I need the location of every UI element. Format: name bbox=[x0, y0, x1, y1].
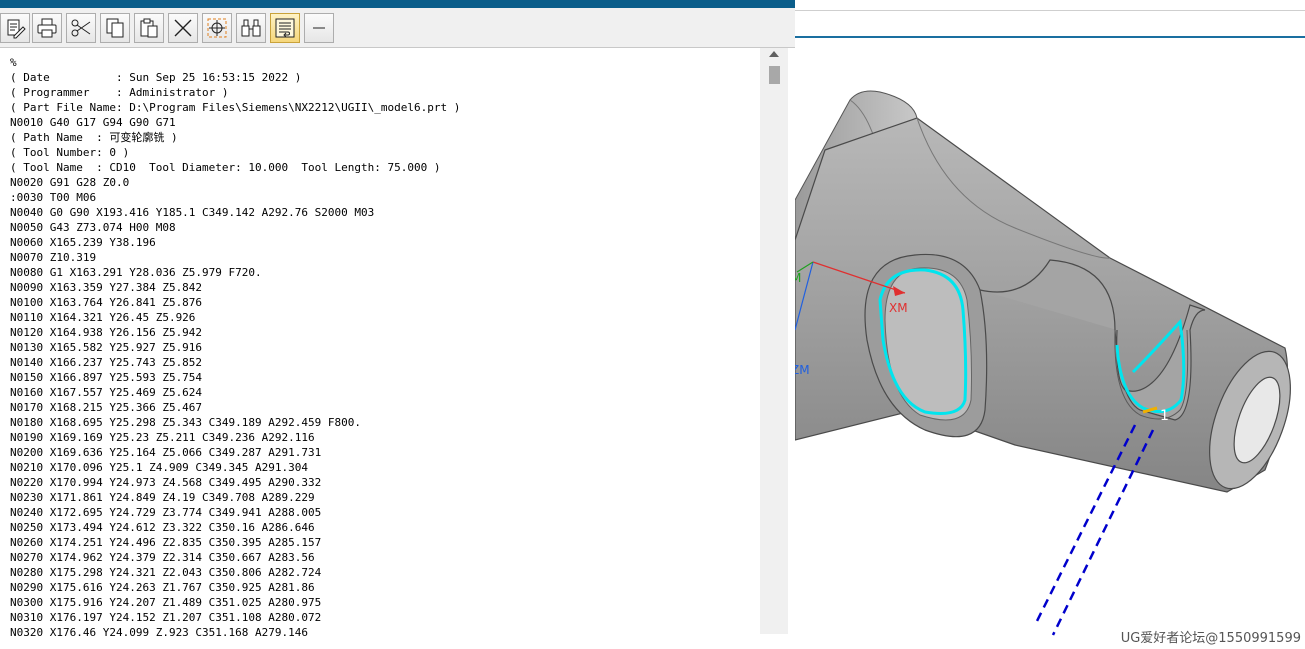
scroll-up-arrow-icon[interactable] bbox=[769, 51, 779, 57]
graphics-window: 1 XM ZM M UG爱好者论坛@1550991599 bbox=[795, 0, 1305, 648]
code-line: N0320 X176.46 Y24.099 Z.923 C351.168 A27… bbox=[10, 626, 309, 639]
scrollbar-thumb[interactable] bbox=[769, 66, 780, 84]
paste-icon bbox=[140, 18, 158, 38]
code-line: N0010 G40 G17 G94 G90 G71 bbox=[10, 116, 176, 129]
print-icon bbox=[37, 18, 57, 38]
cut-button[interactable] bbox=[66, 13, 96, 43]
minus-icon bbox=[313, 27, 325, 29]
find-button[interactable] bbox=[236, 13, 266, 43]
nc-program-panel: % ( Date : Sun Sep 25 16:53:15 2022 ) ( Pr… bbox=[0, 0, 795, 649]
paste-button[interactable] bbox=[134, 13, 164, 43]
vertical-scrollbar[interactable] bbox=[760, 48, 788, 634]
code-line: N0170 X168.215 Y25.366 Z5.467 bbox=[10, 401, 203, 414]
binoculars-icon bbox=[241, 19, 261, 37]
code-line: N0300 X175.916 Y24.207 Z1.489 C351.025 A… bbox=[10, 596, 322, 609]
code-line: N0160 X167.557 Y25.469 Z5.624 bbox=[10, 386, 203, 399]
code-line: % bbox=[10, 56, 17, 69]
code-line: N0130 X165.582 Y25.927 Z5.916 bbox=[10, 341, 203, 354]
edit-button[interactable] bbox=[0, 13, 30, 43]
code-line: ( Part File Name: D:\Program Files\Sieme… bbox=[10, 101, 461, 114]
edit-icon bbox=[7, 19, 26, 39]
code-line: N0070 Z10.319 bbox=[10, 251, 97, 264]
wrap-text-icon bbox=[275, 18, 295, 38]
crosshair-icon bbox=[207, 18, 227, 38]
toolbar bbox=[0, 10, 795, 44]
code-line: N0290 X175.616 Y24.263 Z1.767 C350.925 A… bbox=[10, 581, 315, 594]
code-line: N0110 X164.321 Y26.45 Z5.926 bbox=[10, 311, 196, 324]
code-line: N0250 X173.494 Y24.612 Z3.322 C350.16 A2… bbox=[10, 521, 315, 534]
copy-button[interactable] bbox=[100, 13, 130, 43]
code-line: N0080 G1 X163.291 Y28.036 Z5.979 F720. bbox=[10, 266, 262, 279]
copy-icon bbox=[106, 18, 124, 38]
delete-button[interactable] bbox=[168, 13, 198, 43]
code-line: N0060 X165.239 Y38.196 bbox=[10, 236, 156, 249]
code-listing-frame: % ( Date : Sun Sep 25 16:53:15 2022 ) ( Pr… bbox=[0, 47, 795, 649]
code-line: N0040 G0 G90 X193.416 Y185.1 C349.142 A2… bbox=[10, 206, 375, 219]
code-line: :0030 T00 M06 bbox=[10, 191, 97, 204]
axis-x-label: XM bbox=[889, 301, 908, 315]
code-line: ( Path Name : 可变轮廓铣 ) bbox=[10, 131, 178, 144]
path-start-label: 1 bbox=[1160, 408, 1169, 424]
axis-y-label: M bbox=[795, 271, 801, 285]
code-line: N0190 X169.169 Y25.23 Z5.211 C349.236 A2… bbox=[10, 431, 315, 444]
code-line: N0090 X163.359 Y27.384 Z5.842 bbox=[10, 281, 203, 294]
code-line: N0140 X166.237 Y25.743 Z5.852 bbox=[10, 356, 203, 369]
code-line: N0050 G43 Z73.074 H00 M08 bbox=[10, 221, 176, 234]
title-bar bbox=[0, 0, 795, 8]
print-button[interactable] bbox=[32, 13, 62, 43]
code-line: N0150 X166.897 Y25.593 Z5.754 bbox=[10, 371, 203, 384]
code-line: N0270 X174.962 Y24.379 Z2.314 C350.667 A… bbox=[10, 551, 315, 564]
code-line: ( Tool Name : CD10 Tool Diameter: 10.000… bbox=[10, 161, 441, 174]
code-line: ( Programmer : Administrator ) bbox=[10, 86, 229, 99]
code-line: N0120 X164.938 Y26.156 Z5.942 bbox=[10, 326, 203, 339]
code-line: N0230 X171.861 Y24.849 Z4.19 C349.708 A2… bbox=[10, 491, 315, 504]
code-line: N0210 X170.096 Y25.1 Z4.909 C349.345 A29… bbox=[10, 461, 309, 474]
scissors-icon bbox=[71, 19, 91, 37]
code-line: N0180 X168.695 Y25.298 Z5.343 C349.189 A… bbox=[10, 416, 361, 429]
code-line: N0100 X163.764 Y26.841 Z5.876 bbox=[10, 296, 203, 309]
code-line: N0310 X176.197 Y24.152 Z1.207 C351.108 A… bbox=[10, 611, 322, 624]
locate-button[interactable] bbox=[202, 13, 232, 43]
code-line: N0260 X174.251 Y24.496 Z2.835 C350.395 A… bbox=[10, 536, 322, 549]
code-line: N0240 X172.695 Y24.729 Z3.774 C349.941 A… bbox=[10, 506, 322, 519]
minimize-button[interactable] bbox=[304, 13, 334, 43]
axis-z-label: ZM bbox=[795, 363, 810, 377]
watermark-text: UG爱好者论坛@1550991599 bbox=[1120, 631, 1301, 646]
nc-code-listing[interactable]: % ( Date : Sun Sep 25 16:53:15 2022 ) ( Pr… bbox=[10, 55, 758, 641]
code-line: N0280 X175.298 Y24.321 Z2.043 C350.806 A… bbox=[10, 566, 322, 579]
code-line: N0200 X169.636 Y25.164 Z5.066 C349.287 A… bbox=[10, 446, 322, 459]
word-wrap-button[interactable] bbox=[270, 13, 300, 43]
code-line: N0020 G91 G28 Z0.0 bbox=[10, 176, 130, 189]
close-icon bbox=[174, 19, 192, 37]
code-line: ( Date : Sun Sep 25 16:53:15 2022 ) bbox=[10, 71, 302, 84]
code-line: ( Tool Number: 0 ) bbox=[10, 146, 130, 159]
code-line: N0220 X170.994 Y24.973 Z4.568 C349.495 A… bbox=[10, 476, 322, 489]
3d-viewport[interactable]: 1 XM ZM M bbox=[795, 0, 1305, 648]
